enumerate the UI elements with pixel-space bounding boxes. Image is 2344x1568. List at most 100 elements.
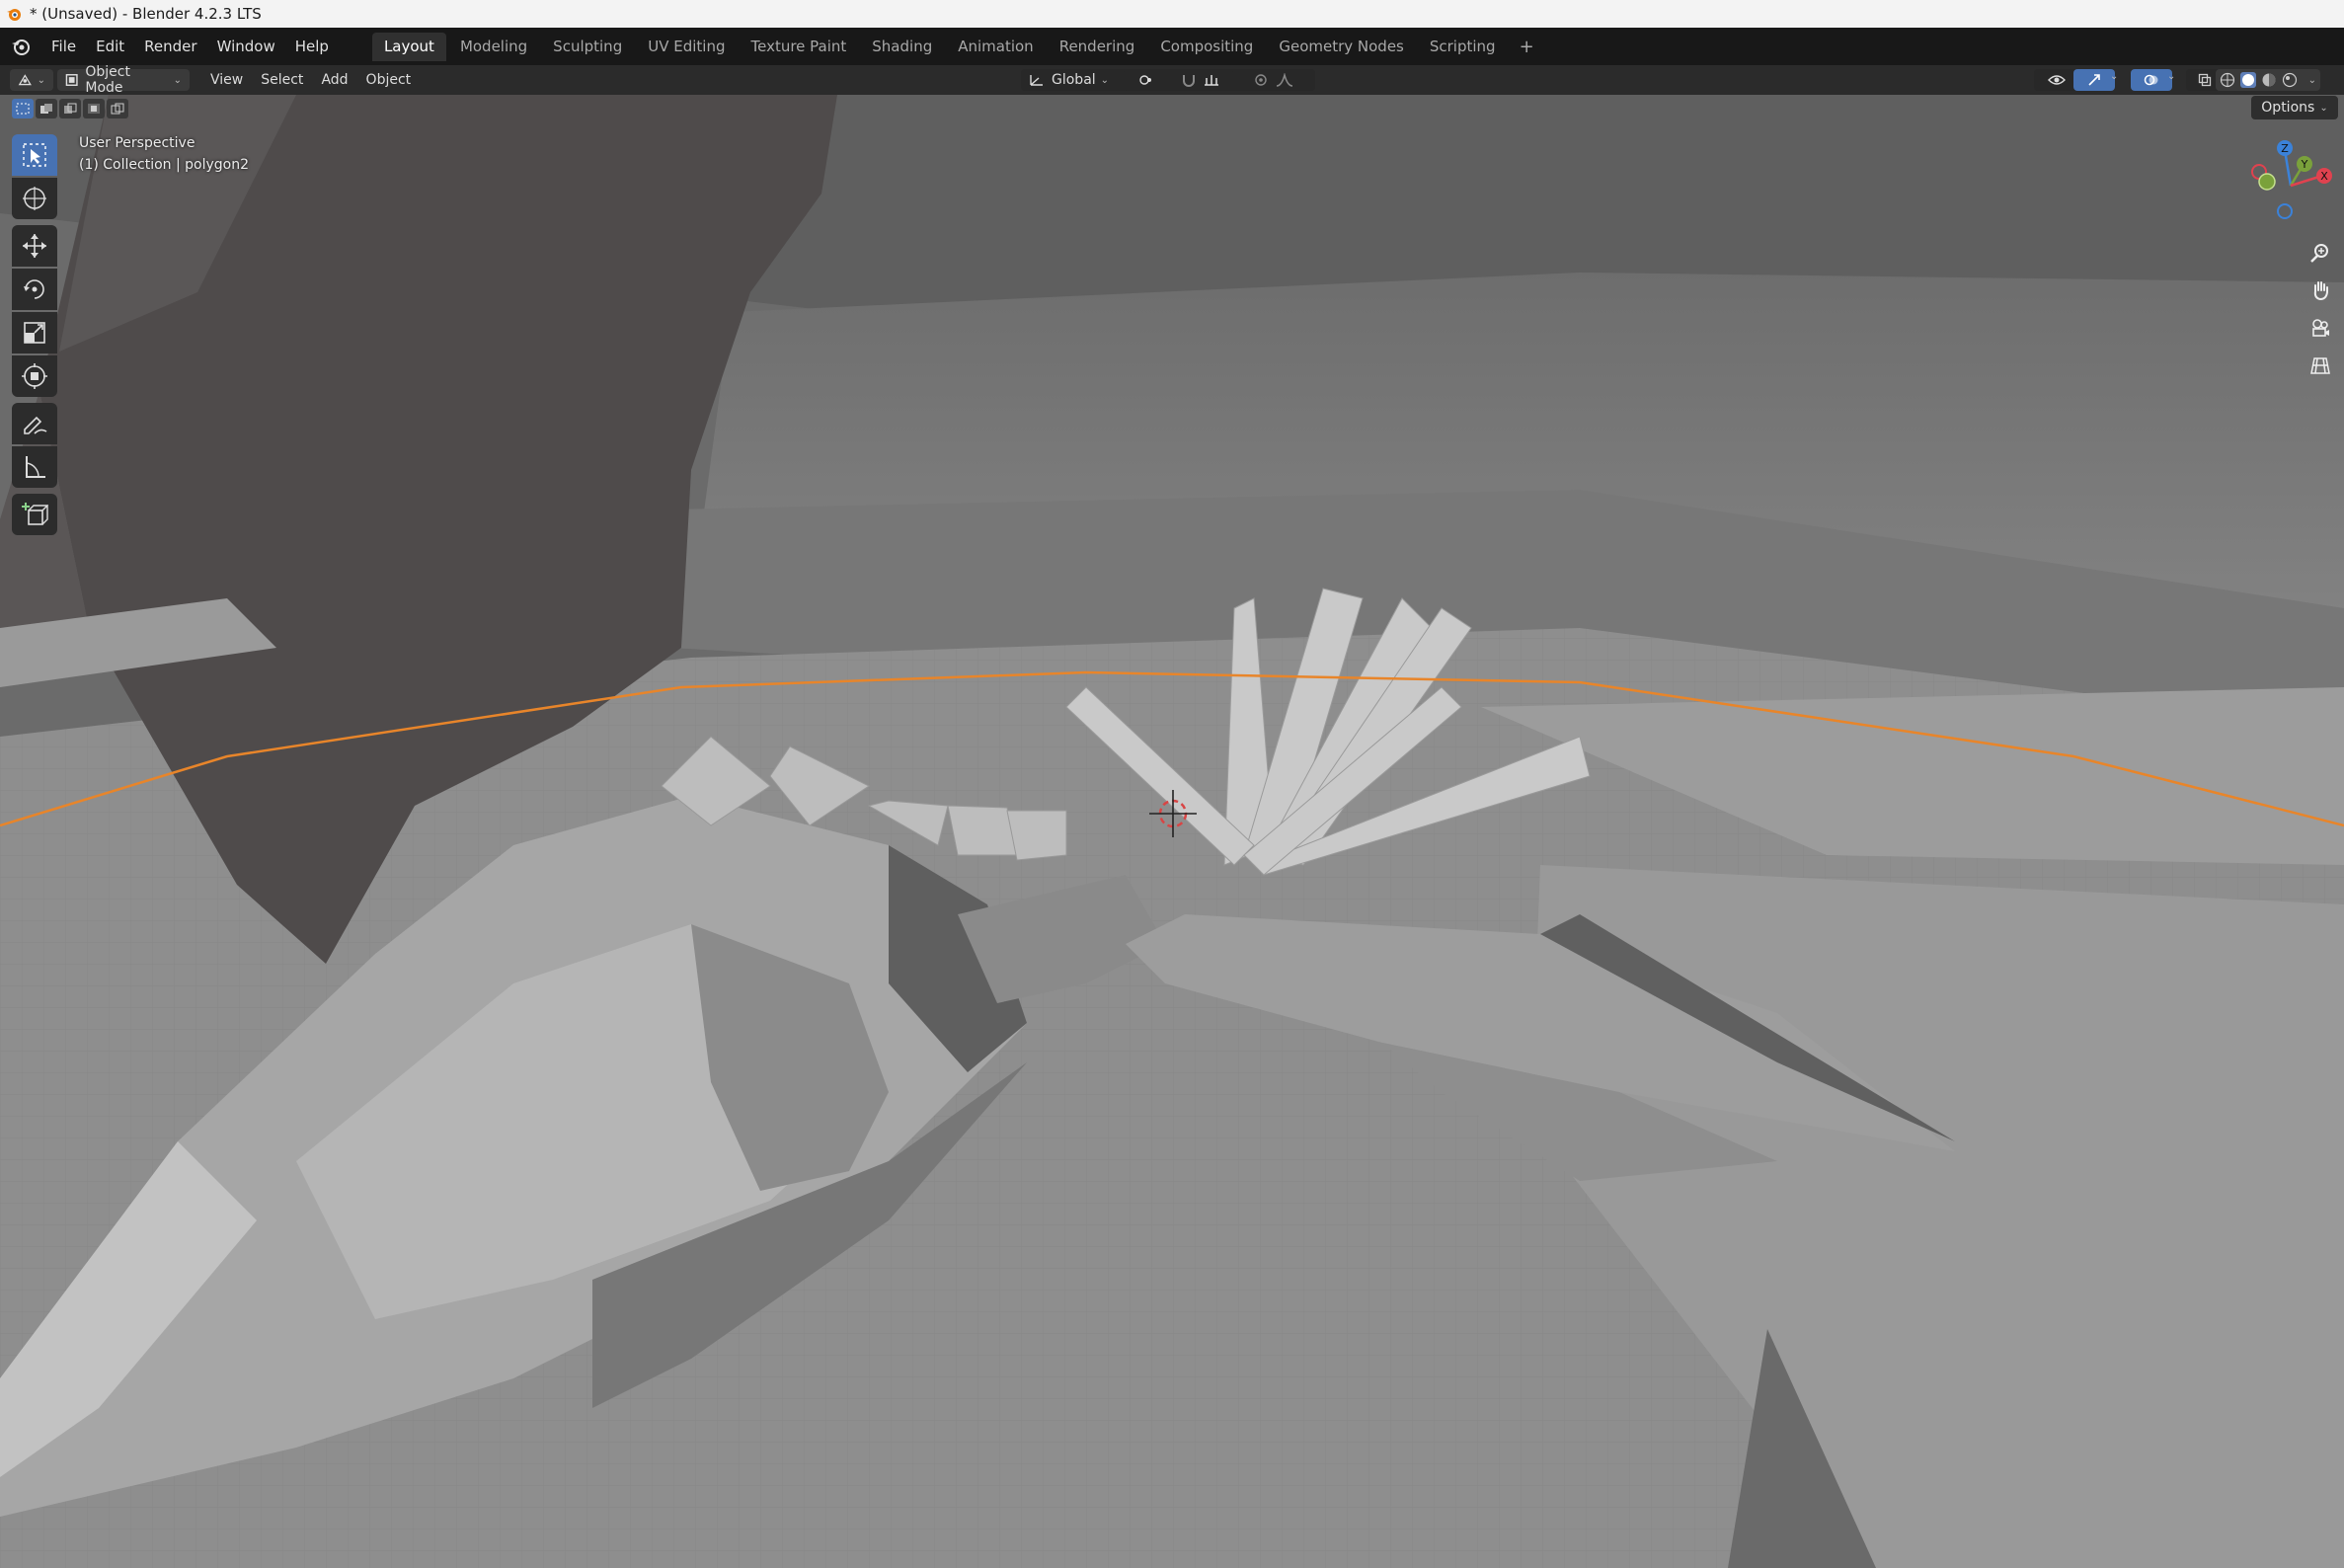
wireframe-shading-icon[interactable]	[2220, 72, 2235, 88]
tool-annotate[interactable]	[12, 403, 57, 444]
menu-window[interactable]: Window	[207, 34, 285, 59]
snap-controls[interactable]	[1165, 69, 1236, 91]
scale-icon	[24, 322, 45, 344]
snap-increment-icon	[1205, 75, 1218, 86]
tab-scripting[interactable]: Scripting	[1418, 33, 1508, 61]
editor-type-button[interactable]: ⌄	[10, 69, 53, 91]
tool-shelf	[12, 134, 57, 541]
tool-select-box[interactable]	[12, 134, 57, 176]
zoom-magnifier-icon	[2310, 244, 2328, 263]
pivot-icon	[1139, 75, 1151, 85]
chevron-down-icon: ⌄	[2319, 102, 2328, 114]
tab-texture-paint[interactable]: Texture Paint	[739, 33, 858, 61]
menu-help[interactable]: Help	[285, 34, 339, 59]
transform-icon	[22, 363, 47, 389]
tab-layout[interactable]: Layout	[371, 32, 446, 61]
orientation-label: Global	[1052, 72, 1096, 88]
menu-file[interactable]: File	[41, 34, 86, 59]
tab-geometry-nodes[interactable]: Geometry Nodes	[1267, 33, 1416, 61]
camera-icon	[2312, 319, 2329, 337]
select-invert-button[interactable]	[83, 99, 105, 118]
options-dropdown[interactable]: Options ⌄	[2251, 96, 2338, 119]
3d-viewport-icon	[18, 74, 32, 86]
options-label: Options	[2261, 100, 2315, 116]
rendered-shading-icon[interactable]	[2282, 72, 2298, 88]
tab-uv-editing[interactable]: UV Editing	[636, 33, 737, 61]
ortho-toggle-button[interactable]	[2305, 350, 2336, 381]
tool-move[interactable]	[12, 225, 57, 267]
select-invert-icon	[88, 104, 100, 114]
chevron-down-icon: ⌄	[173, 74, 182, 86]
select-extend-button[interactable]	[36, 99, 57, 118]
top-menubar: File Edit Render Window Help Layout Mode…	[0, 28, 2344, 65]
menu-select[interactable]: Select	[252, 69, 312, 91]
tab-compositing[interactable]: Compositing	[1148, 33, 1265, 61]
material-shading-icon[interactable]	[2261, 72, 2277, 88]
collection-info-label: (1) Collection | polygon2	[79, 157, 250, 173]
gizmo-toggle-button[interactable]	[2073, 69, 2115, 91]
menu-view[interactable]: View	[201, 69, 252, 91]
transform-orientation-dropdown[interactable]: Global ⌄	[1021, 69, 1130, 91]
tool-measure[interactable]	[12, 446, 57, 488]
menu-object[interactable]: Object	[357, 69, 421, 91]
tool-add-cube[interactable]	[12, 494, 57, 535]
chevron-down-icon[interactable]: ⌄	[2167, 71, 2175, 82]
gizmo-icon	[2088, 74, 2100, 86]
add-workspace-button[interactable]: +	[1510, 33, 1544, 61]
tool-scale[interactable]	[12, 312, 57, 353]
gizmo-y-label: Y	[2301, 158, 2308, 171]
chevron-down-icon: ⌄	[37, 74, 45, 86]
object-mode-dropdown[interactable]: Object Mode ⌄	[57, 64, 190, 96]
shading-mode-group: ⌄	[2216, 69, 2320, 91]
overlays-toggle-button[interactable]	[2131, 69, 2172, 91]
select-new-button[interactable]	[12, 99, 34, 118]
falloff-curve-icon	[1276, 73, 1293, 87]
navigation-buttons	[2305, 237, 2336, 387]
rotate-icon	[24, 279, 44, 299]
window-title: * (Unsaved) - Blender 4.2.3 LTS	[30, 5, 262, 23]
select-box-icon	[23, 143, 46, 167]
navigation-gizmo[interactable]: Z Y X	[2241, 136, 2340, 235]
viewport-header: ⌄ Object Mode ⌄ View Select Add Object G…	[0, 64, 2344, 96]
pivot-point-dropdown[interactable]	[1124, 69, 1169, 91]
tab-sculpting[interactable]: Sculpting	[541, 33, 634, 61]
select-intersect-button[interactable]	[107, 99, 128, 118]
tab-shading[interactable]: Shading	[860, 33, 944, 61]
tab-animation[interactable]: Animation	[946, 33, 1045, 61]
proportional-editing-controls[interactable]	[1232, 69, 1315, 91]
chevron-down-icon: ⌄	[1100, 74, 1110, 86]
gizmo-neg-z[interactable]	[2277, 203, 2293, 219]
object-mode-icon	[65, 74, 78, 86]
selection-mode-group	[12, 99, 128, 118]
select-subtract-icon	[64, 103, 77, 114]
tab-rendering[interactable]: Rendering	[1048, 33, 1147, 61]
tool-rotate[interactable]	[12, 269, 57, 310]
measure-icon	[26, 456, 45, 478]
hand-icon	[2313, 281, 2328, 301]
pan-button[interactable]	[2305, 274, 2336, 306]
tool-cursor[interactable]	[12, 178, 57, 219]
tool-transform[interactable]	[12, 355, 57, 397]
blender-logo-icon	[7, 9, 21, 21]
zoom-button[interactable]	[2305, 237, 2336, 269]
eye-icon	[2048, 75, 2066, 85]
chevron-down-icon[interactable]: ⌄	[2308, 75, 2316, 86]
select-new-icon	[16, 103, 30, 115]
solid-shading-icon[interactable]	[2240, 72, 2257, 88]
gizmo-x-label: X	[2320, 170, 2328, 183]
menu-add[interactable]: Add	[312, 69, 356, 91]
viewport-scene[interactable]	[0, 95, 2344, 1568]
3d-viewport[interactable]: User Perspective (1) Collection | polygo…	[0, 95, 2344, 1568]
grid-perspective-icon	[2310, 357, 2330, 374]
gizmo-neg-y[interactable]	[2258, 173, 2276, 191]
menu-edit[interactable]: Edit	[86, 34, 134, 59]
select-intersect-icon	[111, 103, 124, 115]
blender-menu-icon[interactable]	[10, 36, 32, 57]
menu-render[interactable]: Render	[134, 34, 206, 59]
overlays-icon	[2144, 74, 2158, 86]
tab-modeling[interactable]: Modeling	[448, 33, 539, 61]
camera-view-button[interactable]	[2305, 312, 2336, 344]
add-cube-icon	[22, 503, 48, 525]
select-subtract-button[interactable]	[59, 99, 81, 118]
chevron-down-icon[interactable]: ⌄	[2110, 71, 2118, 82]
